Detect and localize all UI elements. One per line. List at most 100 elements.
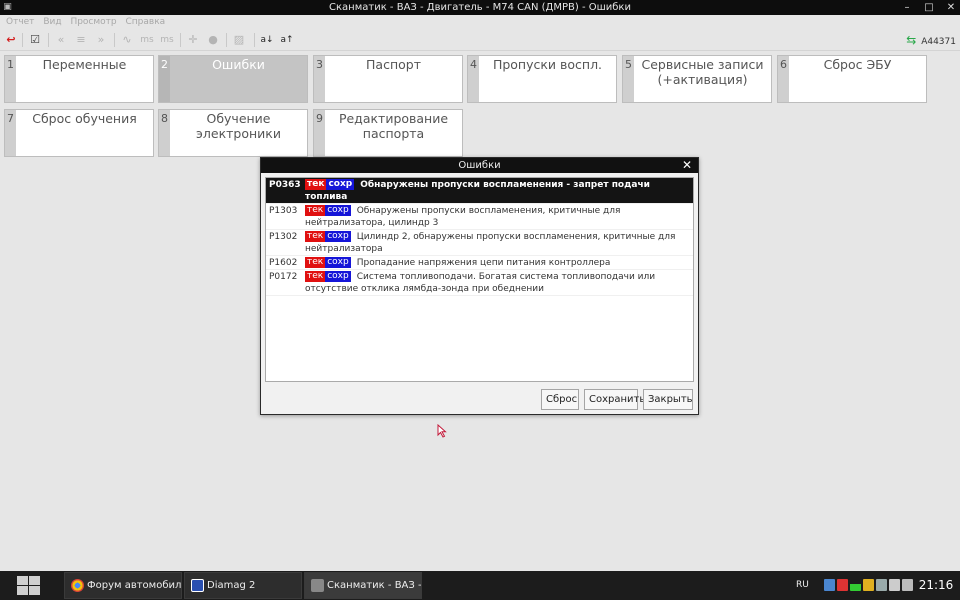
reset-button[interactable]: Сброс [541,389,579,410]
tile-edit-passport[interactable]: 9 Редактирование паспорта [313,109,463,157]
error-text: Система топливоподачи. Богатая система т… [305,272,656,294]
tile-ecu-reset[interactable]: 6 Сброс ЭБУ [777,55,927,103]
tile-number: 8 [159,110,170,156]
tile-label: Переменные [42,57,127,72]
menu-bar: Отчет Вид Просмотр Справка [0,15,960,29]
tile-number: 6 [778,56,789,102]
dialog-title: Ошибки [458,160,501,171]
adapter-label: A44371 [921,37,956,47]
tile-number: 2 [159,56,170,102]
toolbar-separator [180,33,181,47]
tile-label: Сброс ЭБУ [823,57,892,72]
battery-icon[interactable] [876,579,887,591]
chrome-icon [71,579,84,592]
error-code: P0172 [269,272,298,282]
record-icon[interactable]: ● [206,32,220,48]
tile-electronics-learning[interactable]: 8 Обучение электроники [158,109,308,157]
clock[interactable]: 21:16 [916,571,956,600]
error-row[interactable]: P1302 тек сохр Цилиндр 2, обнаружены пропу… [266,230,693,256]
error-description: тек сохр Цилиндр 2, обнаружены пропуски во… [305,230,693,255]
image-icon[interactable]: ▨ [232,32,246,48]
menu-help[interactable]: Справка [126,17,166,27]
task-label: Diamag 2 [207,580,256,591]
tile-label: Сброс обучения [32,111,137,126]
exit-arrow-icon[interactable]: ↩ [4,32,18,48]
sort-up-button[interactable]: a↑ [280,32,294,48]
scanmatic-icon [311,579,324,592]
list-icon[interactable]: ≡ [74,32,88,48]
maximize-button[interactable]: □ [920,0,938,15]
volume-icon[interactable] [902,579,913,591]
tile-variables[interactable]: 1 Переменные [4,55,154,103]
taskbar-task-diamag[interactable]: Diamag 2 [184,572,302,599]
ms-plus-button[interactable]: ms [160,32,174,48]
tile-label: Обучение электроники [196,111,281,141]
error-list[interactable]: P0363 тек сохр Обнаружены пропуски восплам… [265,177,694,382]
user-icon[interactable] [863,579,874,591]
mouse-cursor-icon [437,424,447,438]
network-icon[interactable] [824,579,835,591]
close-button[interactable]: Закрыть [643,389,693,410]
tile-passport[interactable]: 3 Паспорт [313,55,463,103]
tile-label: Сервисные записи (+активация) [641,57,764,87]
saved-badge: сохр [325,271,351,282]
saved-badge: сохр [325,257,351,268]
taskbar-task-browser[interactable]: Форум автомобил... [64,572,182,599]
alert-icon[interactable] [837,579,848,591]
toolbar-separator [114,33,115,47]
save-button[interactable]: Сохранить [584,389,645,410]
minimize-button[interactable]: – [898,0,916,15]
diamag-icon [191,579,204,592]
error-row[interactable]: P1303 тек сохр Обнаружены пропуски восплам… [266,204,693,230]
tile-number: 3 [314,56,325,102]
error-code: P1602 [269,258,298,268]
signal-icon[interactable] [850,579,861,591]
error-description: тек сохр Система топливоподачи. Богатая си… [305,270,693,295]
close-window-button[interactable]: ✕ [942,0,960,15]
error-row[interactable]: P1602 тек сохр Пропадание напряжения цепи … [266,256,693,270]
report-icon[interactable]: ☑ [28,32,42,48]
tile-label: Пропуски воспл. [492,57,603,72]
saved-badge: сохр [325,231,351,242]
error-text: Пропадание напряжения цепи питания контр… [356,258,611,268]
dialog-close-icon[interactable]: ✕ [682,158,692,173]
toolbar: ↩ ☑ « ≡ » ∿ ms ms ✛ ● ▨ a↓ a↑ ⇆ A44371 [0,29,960,51]
language-indicator[interactable]: RU [796,571,809,600]
menu-view[interactable]: Вид [43,17,61,27]
tile-misfires[interactable]: 4 Пропуски воспл. [467,55,617,103]
tile-label: Ошибки [212,57,265,72]
taskbar-task-scanmatic[interactable]: Сканматик - ВАЗ -... [304,572,422,599]
error-code: P1303 [269,206,298,216]
tile-number: 4 [468,56,479,102]
ms-minus-button[interactable]: ms [140,32,154,48]
crosshair-icon[interactable]: ✛ [186,32,200,48]
saved-badge: сохр [325,205,351,216]
saved-badge: сохр [326,179,355,190]
current-badge: тек [305,205,326,216]
sort-down-button[interactable]: a↓ [260,32,274,48]
menu-report[interactable]: Отчет [6,17,34,27]
taskbar: Форум автомобил... Diamag 2 Сканматик - … [0,571,960,600]
tile-number: 1 [5,56,16,102]
tile-reset-learning[interactable]: 7 Сброс обучения [4,109,154,157]
error-row[interactable]: P0172 тек сохр Система топливоподачи. Бога… [266,270,693,296]
errors-dialog: Ошибки ✕ P0363 тек сохр Обнаружены пропуск… [260,157,699,415]
wave-icon[interactable]: ∿ [120,32,134,48]
error-row[interactable]: P0363 тек сохр Обнаружены пропуски восплам… [266,178,693,204]
tile-number: 9 [314,110,325,156]
tile-service-records[interactable]: 5 Сервисные записи (+активация) [622,55,772,103]
menu-browse[interactable]: Просмотр [70,17,116,27]
tile-label: Паспорт [366,57,421,72]
forward-icon[interactable]: » [94,32,108,48]
rewind-icon[interactable]: « [54,32,68,48]
title-bar: ▣ Сканматик - ВАЗ - Двигатель - М74 CAN … [0,0,960,15]
toolbar-separator [254,33,255,47]
flag-icon[interactable] [889,579,900,591]
error-text: Цилиндр 2, обнаружены пропуски воспламен… [305,232,676,254]
current-badge: тек [305,231,326,242]
dialog-title-bar: Ошибки ✕ [261,158,698,173]
error-text: Обнаружены пропуски воспламенения, крити… [305,206,621,228]
tile-errors[interactable]: 2 Ошибки [158,55,308,103]
windows-start-icon[interactable] [14,573,44,598]
toolbar-separator [226,33,227,47]
